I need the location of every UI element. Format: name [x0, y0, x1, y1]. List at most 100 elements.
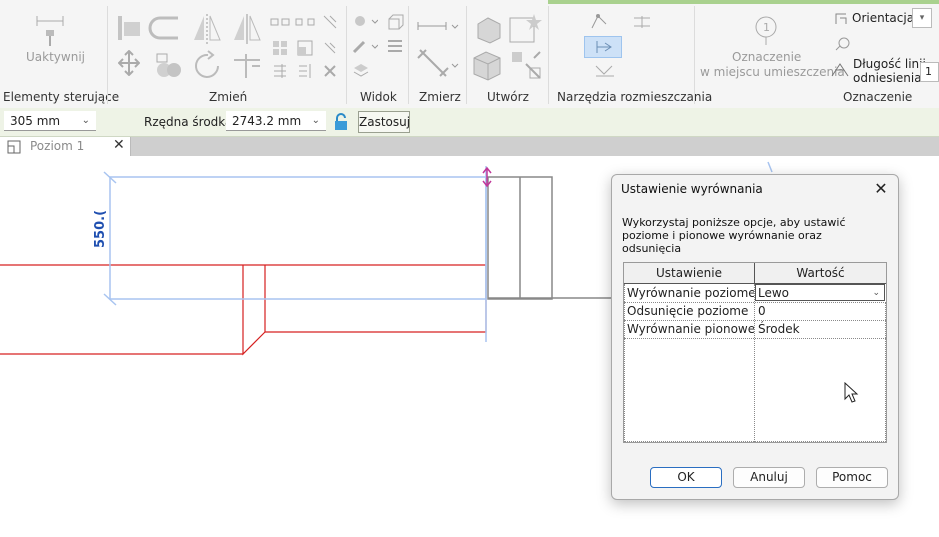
group-separator — [466, 6, 467, 104]
chevron-down-icon: ⌄ — [872, 288, 880, 298]
split-icon[interactable] — [270, 14, 290, 30]
context-tab-indicator — [548, 0, 939, 4]
selection-box[interactable] — [109, 176, 487, 300]
orientation-label: Orientacja — [852, 11, 915, 25]
center-elevation-combo[interactable]: 2743.2 mm ⌄ — [226, 111, 326, 131]
array-icon[interactable] — [272, 40, 288, 56]
orientation-icon[interactable] — [832, 10, 850, 28]
chevron-down-icon: ⌄ — [311, 115, 320, 126]
grid-right-edge — [885, 302, 886, 442]
alignment-settings-dialog: Ustawienie wyrównania ✕ Wykorzystaj poni… — [611, 174, 899, 500]
dimension-icon[interactable] — [416, 46, 462, 80]
align-icon[interactable] — [114, 14, 144, 42]
chevron-down-icon: ⌄ — [81, 115, 90, 126]
dimension-label[interactable]: 550.( — [93, 210, 108, 248]
group-separator — [408, 6, 409, 104]
visibility-bulb-icon[interactable] — [352, 14, 378, 30]
center-elevation-label: Rzędna środka: — [144, 115, 237, 129]
create-assembly-icon[interactable] — [470, 48, 504, 82]
tag-leader-icon[interactable] — [834, 36, 852, 52]
tag-on-placement-icon[interactable]: 1 — [752, 14, 780, 46]
orientation-dropdown[interactable]: ▾ — [912, 8, 932, 28]
override-graphics-icon[interactable] — [386, 38, 404, 54]
trim-extend-icon[interactable] — [230, 50, 264, 80]
leader-length-icon[interactable] — [830, 60, 852, 80]
group-separator — [346, 6, 347, 104]
horizontal-offset-value[interactable]: 0 — [755, 302, 885, 320]
unlock-icon[interactable] — [333, 113, 349, 131]
create-group-icon[interactable] — [508, 12, 542, 46]
unpin-icon[interactable] — [322, 40, 338, 56]
copy-icon[interactable] — [155, 52, 183, 80]
offset-icon[interactable] — [148, 14, 184, 42]
placement-align-icon[interactable] — [630, 14, 654, 30]
activate-control-icon[interactable] — [34, 12, 66, 48]
apply-button[interactable]: Zastosuj — [358, 111, 410, 133]
offset-combo[interactable]: 305 mm ⌄ — [4, 111, 96, 131]
tag-on-placement-label-line2[interactable]: w miejscu umieszczenia — [700, 65, 845, 79]
offset-value: 305 mm — [10, 114, 61, 128]
vertical-alignment-value[interactable]: Środek — [755, 320, 885, 338]
grid-column-divider — [754, 284, 755, 442]
view-tab-strip — [0, 137, 939, 156]
dialog-title: Ustawienie wyrównania — [621, 182, 763, 196]
options-bar: 305 mm ⌄ Rzędna środka: 2743.2 mm ⌄ Zast… — [0, 108, 939, 137]
leader-length-label-line2: odniesienia — [853, 71, 922, 85]
view-cube-icon[interactable] — [386, 14, 404, 32]
center-elevation-value: 2743.2 mm — [232, 114, 302, 128]
pin-icon[interactable] — [320, 14, 340, 30]
delete-icon[interactable] — [322, 63, 338, 79]
alignment-settings-button[interactable] — [584, 36, 622, 58]
group-label-controls: Elementy sterujące — [3, 90, 120, 104]
placement-tool-icon[interactable] — [588, 12, 610, 32]
view-tab-level1[interactable]: Poziom 1 ✕ — [0, 137, 131, 156]
svg-text:1: 1 — [763, 21, 770, 34]
grid-bottom-edge — [624, 441, 886, 442]
grid-row-label: Odsunięcie poziome — [627, 304, 749, 318]
dialog-description: Wykorzystaj poniższe opcje, aby ustawić … — [622, 216, 846, 255]
help-button[interactable]: Pomoc — [816, 467, 888, 488]
scale-icon[interactable] — [297, 40, 313, 56]
split-gap-icon[interactable] — [295, 14, 315, 30]
close-tab-icon[interactable]: ✕ — [113, 137, 125, 153]
distribute-icon[interactable] — [594, 62, 616, 80]
group-separator — [548, 6, 549, 104]
red-element-lower — [0, 265, 266, 356]
floor-plan-icon — [7, 140, 21, 157]
grid-header-value: Wartość — [755, 263, 886, 284]
rotate-icon[interactable] — [192, 50, 224, 82]
hide-element-icon[interactable] — [352, 62, 370, 78]
group-label-create: Utwórz — [487, 90, 529, 104]
view-edge-mark — [767, 161, 773, 173]
group-label-tag: Oznaczenie — [843, 90, 913, 104]
group-separator — [107, 6, 108, 104]
horizontal-alignment-value: Lewo — [758, 286, 790, 300]
leader-length-input[interactable]: 1 — [920, 62, 939, 82]
mouse-cursor-icon — [844, 381, 860, 407]
ribbon: Uaktywnij Elementy sterujące Zmień Widok… — [0, 0, 939, 109]
close-icon[interactable]: ✕ — [870, 179, 892, 199]
settings-grid: Ustawienie Wartość Wyrównanie poziome Le… — [623, 262, 887, 443]
ok-button[interactable]: OK — [650, 467, 722, 488]
group-label-measure: Zmierz — [419, 90, 461, 104]
activate-button-label[interactable]: Uaktywnij — [26, 50, 85, 64]
leader-length-label-line1: Długość linii — [853, 57, 926, 71]
move-icon[interactable] — [118, 50, 140, 76]
grid-row-label: Wyrównanie pionowe — [627, 322, 754, 336]
mirror-axis-icon[interactable] — [190, 12, 224, 46]
tag-on-placement-label-line1[interactable]: Oznaczenie — [732, 50, 801, 64]
cancel-button[interactable]: Anuluj — [733, 467, 805, 488]
create-part-icon[interactable] — [472, 12, 504, 44]
horizontal-alignment-select[interactable]: Lewo ⌄ — [755, 284, 885, 301]
trim-multiple-icon[interactable] — [272, 63, 288, 79]
create-similar-icon[interactable] — [510, 48, 544, 82]
mirror-draw-axis-icon[interactable] — [230, 12, 264, 46]
group-separator — [694, 6, 695, 104]
measure-icon[interactable] — [416, 18, 462, 38]
group-label-view: Widok — [360, 90, 397, 104]
extend-icon[interactable] — [297, 63, 313, 79]
view-tab-label: Poziom 1 — [30, 139, 85, 153]
grid-row-label: Wyrównanie poziome — [627, 286, 754, 300]
linework-brush-icon[interactable] — [352, 38, 378, 56]
grid-header-setting: Ustawienie — [624, 263, 755, 284]
